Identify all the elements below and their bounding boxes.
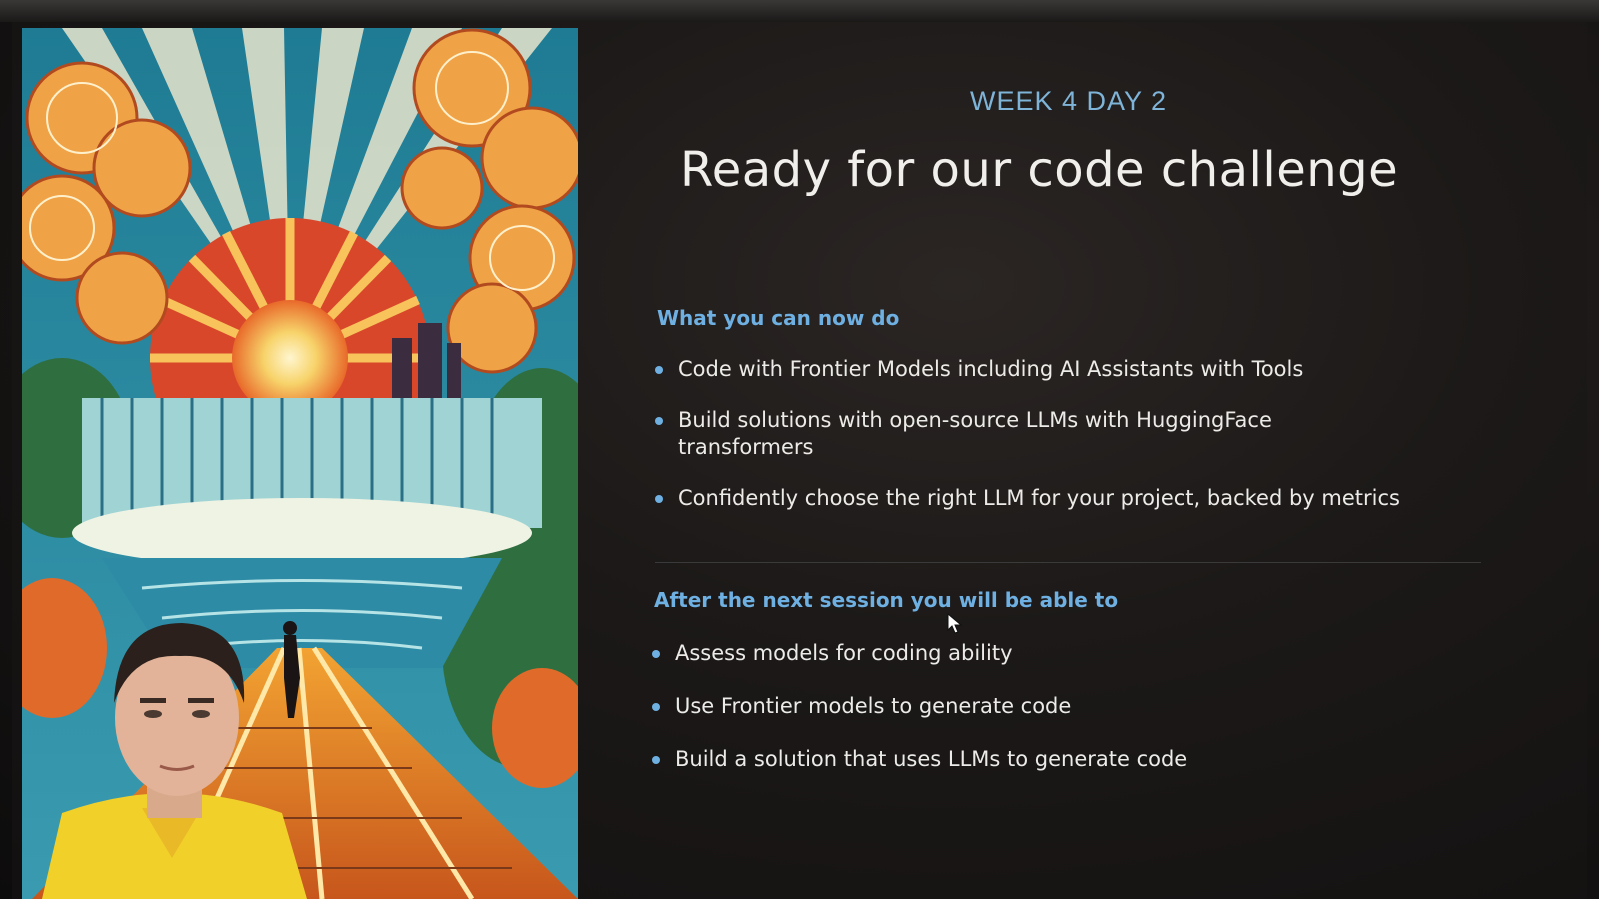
presentation-screen: WEEK 4 DAY 2 Ready for our code challeng… bbox=[12, 22, 1587, 899]
section-divider bbox=[655, 562, 1481, 563]
monitor-bezel bbox=[0, 0, 1599, 22]
list-item: Use Frontier models to generate code bbox=[649, 693, 1479, 720]
slide-kicker: WEEK 4 DAY 2 bbox=[970, 86, 1168, 116]
bullet-list-can-now-do: Code with Frontier Models including AI A… bbox=[652, 356, 1482, 512]
bullet-dot-icon bbox=[655, 366, 663, 374]
list-item-text: Build a solution that uses LLMs to gener… bbox=[675, 747, 1188, 771]
presenter-webcam bbox=[22, 598, 322, 899]
list-item-text: Use Frontier models to generate code bbox=[675, 694, 1072, 718]
section-heading-can-now-do: What you can now do bbox=[657, 306, 900, 330]
bullet-dot-icon bbox=[655, 417, 663, 425]
list-item: Confidently choose the right LLM for you… bbox=[652, 485, 1482, 512]
list-item: Code with Frontier Models including AI A… bbox=[652, 356, 1482, 383]
section-heading-next-session: After the next session you will be able … bbox=[654, 588, 1119, 612]
bullet-dot-icon bbox=[652, 650, 660, 658]
photo-frame: WEEK 4 DAY 2 Ready for our code challeng… bbox=[0, 0, 1599, 899]
list-item-text: Confidently choose the right LLM for you… bbox=[678, 486, 1400, 510]
presenter-video bbox=[42, 623, 307, 899]
bullet-dot-icon bbox=[655, 495, 663, 503]
bullet-dot-icon bbox=[652, 703, 660, 711]
slide-title: Ready for our code challenge bbox=[680, 142, 1399, 198]
list-item: Build a solution that uses LLMs to gener… bbox=[649, 746, 1479, 773]
list-item-text: Build solutions with open-source LLMs wi… bbox=[678, 408, 1272, 459]
list-item-text: Assess models for coding ability bbox=[675, 641, 1013, 665]
bullet-list-next-session: Assess models for coding ability Use Fro… bbox=[649, 640, 1479, 773]
mouse-pointer-icon bbox=[947, 613, 963, 634]
bullet-dot-icon bbox=[652, 756, 660, 764]
list-item: Assess models for coding ability bbox=[649, 640, 1479, 667]
list-item-text: Code with Frontier Models including AI A… bbox=[678, 357, 1304, 381]
list-item: Build solutions with open-source LLMs wi… bbox=[652, 407, 1482, 461]
slide-artwork bbox=[22, 28, 578, 899]
